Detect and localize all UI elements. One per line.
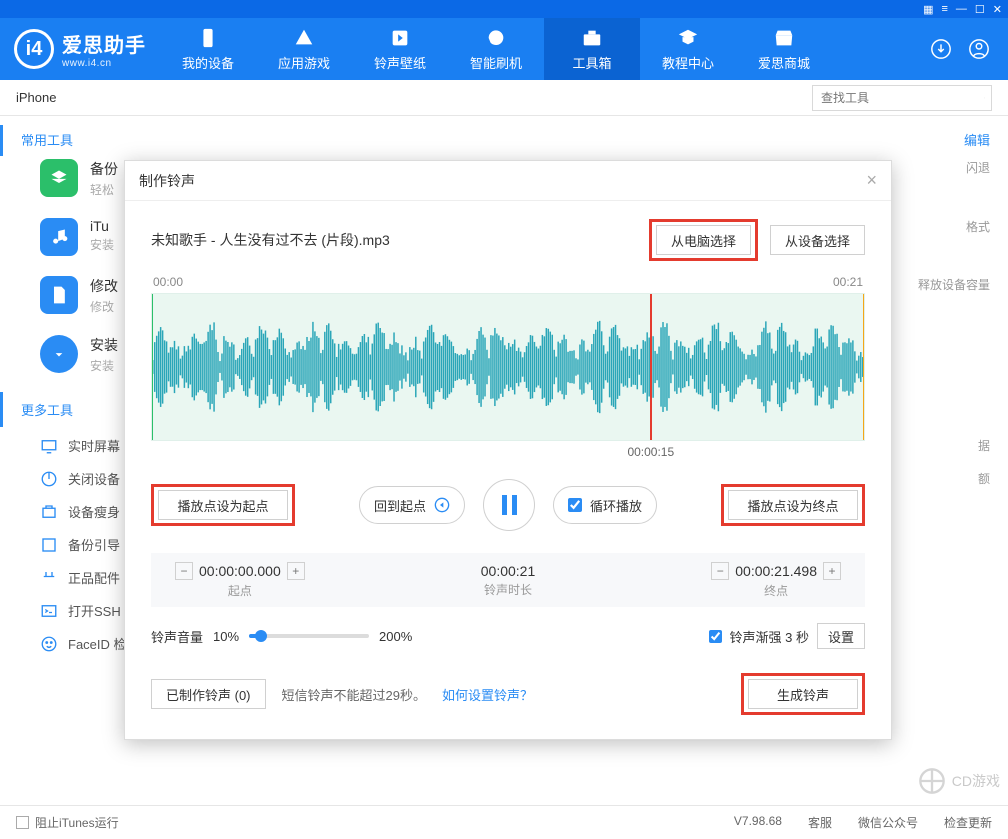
back-to-start-button[interactable]: 回到起点 [359,486,465,524]
ringtone-modal: 制作铃声 × 未知歌手 - 人生没有过不去 (片段).mp3 从电脑选择 从设备… [124,160,892,740]
volume-percent: 10% [213,629,239,644]
modal-mask: 制作铃声 × 未知歌手 - 人生没有过不去 (片段).mp3 从电脑选择 从设备… [0,0,1008,839]
end-minus-button[interactable]: − [711,562,729,580]
volume-max-label: 200% [379,629,412,644]
modal-title: 制作铃声 [139,171,195,191]
fade-settings-button[interactable]: 设置 [817,623,865,649]
generate-button[interactable]: 生成铃声 [748,679,858,709]
start-plus-button[interactable]: + [287,562,305,580]
how-to-link[interactable]: 如何设置铃声？ [442,685,533,704]
volume-slider[interactable] [249,634,369,638]
loop-checkbox[interactable] [568,498,582,512]
loop-toggle[interactable]: 循环播放 [553,486,657,524]
volume-label: 铃声音量 [151,627,203,646]
pause-icon [502,495,517,515]
set-end-button[interactable]: 播放点设为终点 [728,490,858,520]
sms-limit-note: 短信铃声不能超过29秒。 [282,685,426,704]
made-ringtones-button[interactable]: 已制作铃声 (0) [151,679,266,709]
back-arrow-icon [434,497,450,513]
waveform[interactable] [151,293,865,441]
range-start-marker[interactable] [151,293,153,441]
start-minus-button[interactable]: − [175,562,193,580]
audio-filename: 未知歌手 - 人生没有过不去 (片段).mp3 [151,230,390,250]
duration-value: 00:00:21 [481,563,536,579]
range-end-marker[interactable] [863,293,865,441]
set-start-button[interactable]: 播放点设为起点 [158,490,288,520]
range-info: −00:00:00.000+ 起点 00:00:21 铃声时长 −00:00:2… [151,553,865,607]
fade-checkbox[interactable] [709,630,722,643]
duration-label: 铃声时长 [481,581,536,598]
end-time-value: 00:00:21.498 [735,563,817,579]
fade-label: 铃声渐强 3 秒 [730,627,809,646]
start-label: 起点 [175,582,305,599]
playhead-time: 00:00:15 [621,445,681,459]
modal-bottom-row: 已制作铃声 (0) 短信铃声不能超过29秒。 如何设置铃声？ 生成铃声 [151,673,865,715]
close-icon[interactable]: × [866,170,877,191]
wave-end-time: 00:21 [833,275,863,289]
slider-thumb[interactable] [255,630,267,642]
end-plus-button[interactable]: + [823,562,841,580]
end-label: 终点 [711,582,841,599]
play-pause-button[interactable] [483,479,535,531]
highlight-set-start: 播放点设为起点 [151,484,295,526]
start-time-value: 00:00:00.000 [199,563,281,579]
highlight-set-end: 播放点设为终点 [721,484,865,526]
volume-row: 铃声音量 10% 200% 铃声渐强 3 秒 设置 [151,623,865,649]
highlight-from-pc: 从电脑选择 [649,219,758,261]
highlight-generate: 生成铃声 [741,673,865,715]
from-pc-button[interactable]: 从电脑选择 [656,225,751,255]
modal-header: 制作铃声 × [125,161,891,201]
wave-start-time: 00:00 [153,275,183,289]
from-device-button[interactable]: 从设备选择 [770,225,865,255]
waveform-area: 00:00 00:21 00:00:15 [151,275,865,459]
playhead-marker[interactable] [650,293,652,441]
